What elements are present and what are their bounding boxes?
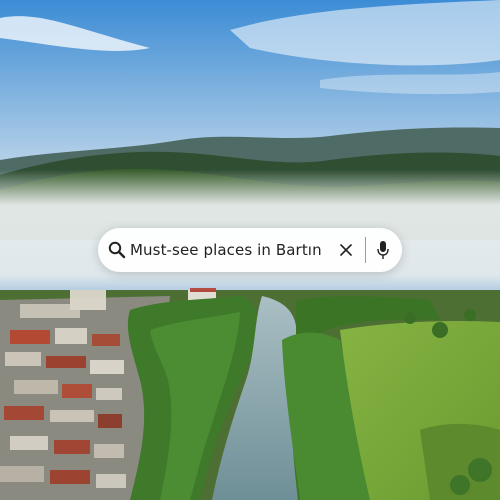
voice-search-button[interactable] [374, 239, 392, 261]
close-icon [340, 244, 352, 256]
microphone-icon [377, 241, 389, 259]
search-bar[interactable]: Must-see places in Bartın [98, 228, 402, 272]
clear-search-button[interactable] [335, 239, 357, 261]
aerial-photo-background: Must-see places in Bartın [0, 0, 500, 500]
divider [365, 237, 366, 263]
search-query-text[interactable]: Must-see places in Bartın [130, 228, 329, 272]
search-icon [108, 241, 126, 259]
